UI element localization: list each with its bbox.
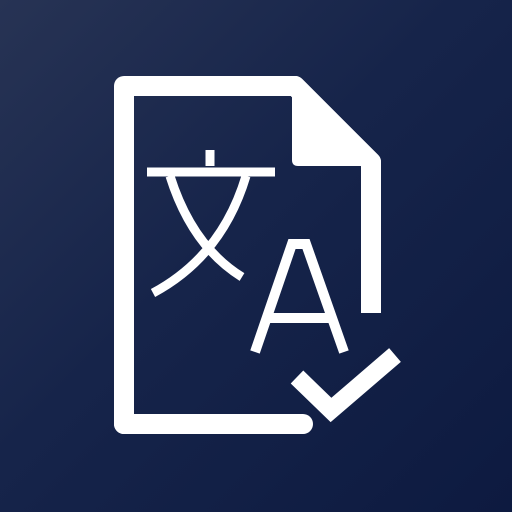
chinese-character-glyph [147,150,275,297]
letter-a-legs [250,239,349,354]
glyph-right-sweep [165,174,245,281]
translate-document-app-icon [0,0,512,512]
letter-a-glyph [250,239,349,354]
checkmark-icon [290,348,401,423]
app-icon-artwork [114,76,401,434]
